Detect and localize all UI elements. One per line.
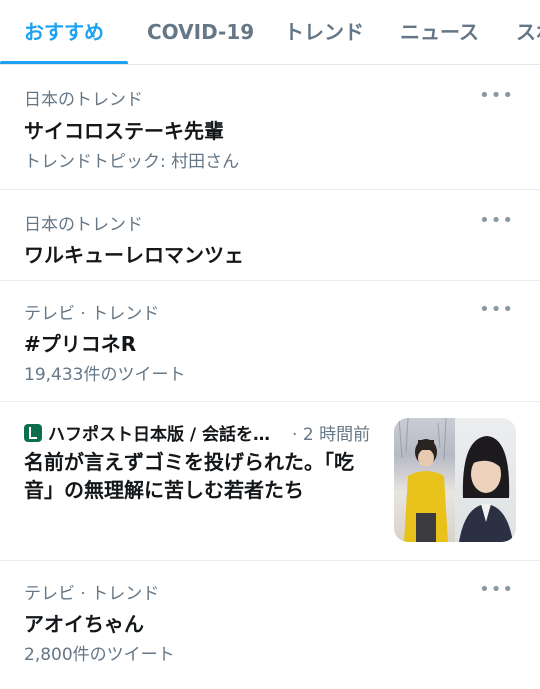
trend-context: テレビ · トレンド: [24, 304, 160, 324]
news-thumbnail: [394, 418, 516, 542]
thumbnail-photo-right: [455, 418, 516, 542]
trend-meta: トレンドトピック: 村田さん: [24, 152, 240, 172]
news-source-name: ハフポスト日本版 / 会話を…: [48, 425, 271, 445]
trend-context: 日本のトレンド: [24, 215, 143, 235]
trend-context: テレビ · トレンド: [24, 584, 160, 604]
trend-item[interactable]: 日本のトレンド ワルキューレロマンツェ •••: [0, 190, 540, 281]
trend-item[interactable]: 日本のトレンド サイコロステーキ先輩 トレンドトピック: 村田さん •••: [0, 65, 540, 190]
trend-context: 日本のトレンド: [24, 90, 143, 110]
tab-news[interactable]: ニュース: [400, 0, 479, 64]
news-headline: 名前が言えずゴミを投げられた。「吃音」の無理解に苦しむ若者たち: [24, 450, 354, 502]
trend-title: アオイちゃん: [24, 612, 144, 636]
tab-recommended[interactable]: おすすめ: [24, 0, 104, 64]
trend-item[interactable]: テレビ · トレンド アオイちゃん 2,800件のツイート •••: [0, 561, 540, 689]
trend-meta: 2,800件のツイート: [24, 645, 175, 665]
huffpost-logo-icon: [24, 423, 42, 442]
thumbnail-photo-left: [394, 418, 455, 542]
trend-meta: 19,433件のツイート: [24, 365, 186, 385]
tab-sports[interactable]: スポ: [516, 0, 540, 64]
tab-trends[interactable]: トレンド: [284, 0, 364, 64]
more-options-icon[interactable]: •••: [479, 581, 514, 599]
more-options-icon[interactable]: •••: [479, 301, 514, 319]
explore-tabs: おすすめ COVID-19 トレンド ニュース スポ: [0, 0, 540, 65]
news-item[interactable]: ハフポスト日本版 / 会話を… · 2 時間前 名前が言えずゴミを投げられた。「…: [0, 402, 540, 561]
trend-item[interactable]: テレビ · トレンド #プリコネR 19,433件のツイート •••: [0, 281, 540, 402]
trend-title: #プリコネR: [24, 332, 137, 356]
more-options-icon[interactable]: •••: [479, 212, 514, 230]
trend-title: ワルキューレロマンツェ: [24, 243, 244, 267]
news-source-row: ハフポスト日本版 / 会話を… · 2 時間前: [24, 420, 370, 445]
tab-covid19[interactable]: COVID-19: [147, 0, 254, 64]
more-options-icon[interactable]: •••: [479, 87, 514, 105]
news-timestamp: · 2 時間前: [292, 425, 371, 445]
trend-title: サイコロステーキ先輩: [24, 119, 224, 143]
